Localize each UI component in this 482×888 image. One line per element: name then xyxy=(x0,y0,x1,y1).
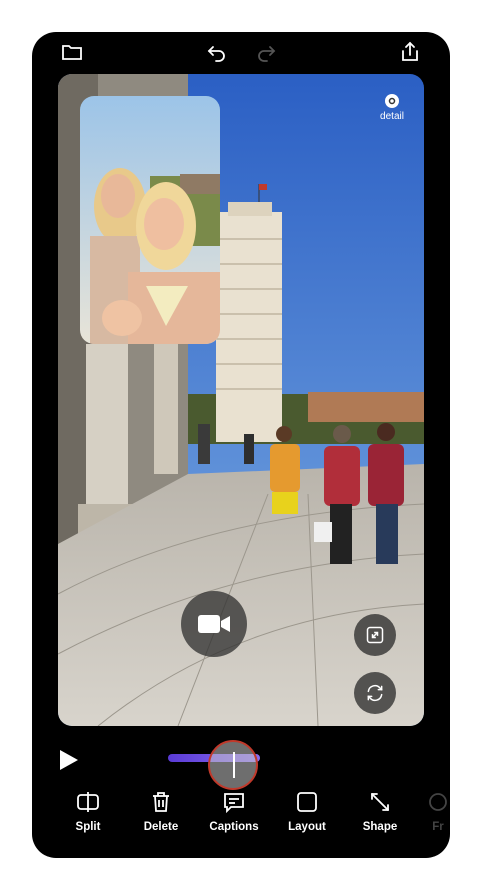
detail-icon xyxy=(385,94,399,108)
layout-icon xyxy=(297,792,317,812)
redo-icon[interactable] xyxy=(253,38,281,66)
rotate-camera-icon xyxy=(367,684,383,702)
playhead xyxy=(233,752,235,778)
captions-tool[interactable]: Captions xyxy=(199,790,269,833)
selfie-video xyxy=(80,96,220,344)
split-icon xyxy=(77,792,99,812)
picture-in-picture-camera[interactable] xyxy=(80,96,220,344)
video-camera-icon xyxy=(198,615,230,633)
undo-icon[interactable] xyxy=(202,38,230,66)
split-tool[interactable]: Split xyxy=(53,790,123,833)
expand-button[interactable] xyxy=(354,614,396,656)
detail-button[interactable]: detail xyxy=(370,94,414,130)
expand-icon xyxy=(366,626,384,644)
top-toolbar xyxy=(32,32,450,72)
share-icon[interactable] xyxy=(396,38,424,66)
editor-screen: detail Split Delete Captions Layout Shap… xyxy=(32,32,450,858)
record-camera-button[interactable] xyxy=(181,591,247,657)
frame-tool[interactable]: Fr xyxy=(418,790,450,833)
delete-label: Delete xyxy=(143,821,179,833)
timeline-scrubber[interactable] xyxy=(208,740,258,790)
shape-icon xyxy=(371,793,389,811)
folder-icon[interactable] xyxy=(58,38,86,66)
layout-tool[interactable]: Layout xyxy=(272,790,342,833)
rotate-camera-button[interactable] xyxy=(354,672,396,714)
trash-icon xyxy=(153,792,169,812)
frame-label: Fr xyxy=(432,821,444,833)
frame-icon xyxy=(429,793,447,811)
bottom-toolbar: Split Delete Captions Layout Shape Fr xyxy=(32,790,450,850)
detail-label: detail xyxy=(380,111,404,122)
shape-tool[interactable]: Shape xyxy=(345,790,415,833)
captions-icon xyxy=(224,793,244,814)
captions-label: Captions xyxy=(209,821,259,833)
split-label: Split xyxy=(75,821,101,833)
delete-tool[interactable]: Delete xyxy=(126,790,196,833)
shape-label: Shape xyxy=(362,821,398,833)
layout-label: Layout xyxy=(288,821,326,833)
play-icon[interactable] xyxy=(58,748,80,772)
